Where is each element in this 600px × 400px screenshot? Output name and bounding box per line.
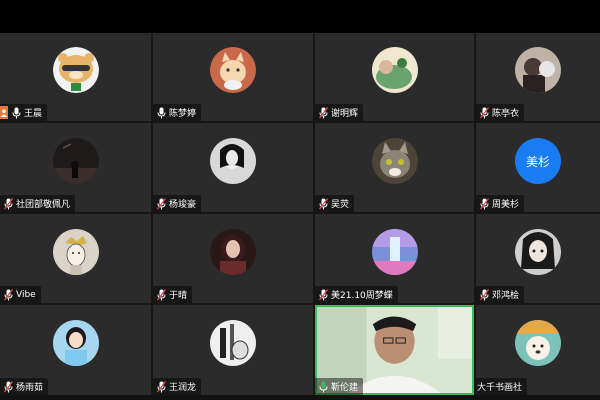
name-label: 陈亭衣: [476, 104, 525, 121]
participant-avatar: [53, 320, 99, 366]
participant-name: 陈亭衣: [492, 109, 520, 119]
participant-tile[interactable]: 陈梦婷: [153, 33, 313, 121]
participant-avatar: [53, 47, 99, 93]
mic-icon: [156, 106, 166, 119]
participant-avatar: [210, 320, 256, 366]
participant-name: 杨雨茹: [16, 383, 44, 393]
name-label: 吴荧: [315, 195, 355, 212]
participant-avatar: [515, 47, 561, 93]
participant-tile[interactable]: 邓鸿桧: [476, 214, 600, 303]
participant-avatar: [210, 229, 256, 275]
participant-avatar: [210, 47, 256, 93]
participant-name: 陈梦婷: [169, 109, 197, 119]
mic-muted-icon: [156, 380, 166, 393]
bottom-strip: [0, 395, 600, 400]
participant-name: 邓鸿桧: [492, 291, 520, 301]
name-label: 谢明辉: [315, 104, 364, 121]
name-label: 美21.10周梦蝶: [315, 286, 398, 303]
participant-avatar: [53, 138, 99, 184]
participant-avatar: [210, 138, 256, 184]
participant-name: 杨竣豪: [169, 200, 197, 210]
participant-name: 王润龙: [169, 383, 197, 393]
participant-avatar: [515, 320, 561, 366]
participant-name: 周美杉: [492, 200, 520, 210]
mic-muted-icon: [3, 197, 13, 210]
name-label: Vibe: [0, 286, 41, 303]
name-label: 大千书画社: [476, 378, 528, 395]
participant-tile[interactable]: 杨竣豪: [153, 123, 313, 212]
participant-tile[interactable]: 社团部敬佩凡: [0, 123, 151, 212]
participant-tile[interactable]: 王晨: [0, 33, 151, 121]
name-label: 王润龙: [153, 378, 202, 395]
participant-name: 王晨: [24, 109, 43, 119]
mic-muted-icon: [479, 288, 489, 301]
participant-name: 社团部敬佩凡: [16, 200, 71, 210]
participant-tile[interactable]: 靳伦建: [315, 305, 474, 395]
participant-tile[interactable]: 吴荧: [315, 123, 474, 212]
participant-tile[interactable]: 杨雨茹: [0, 305, 151, 395]
mic-icon: [318, 380, 328, 393]
mic-muted-icon: [156, 197, 166, 210]
name-label: 陈梦婷: [153, 104, 202, 121]
participant-avatar: 美杉: [515, 138, 561, 184]
host-badge-icon: [0, 106, 8, 119]
mic-muted-icon: [318, 288, 328, 301]
participant-grid: 王晨 陈梦婷 谢明辉 陈亭衣社团部敬佩凡 杨竣豪 吴荧 美杉周美杉 Vibe 于晴 美21.10周…: [0, 33, 600, 395]
participant-tile[interactable]: 王润龙: [153, 305, 313, 395]
mic-muted-icon: [318, 197, 328, 210]
participant-avatar: [53, 229, 99, 275]
name-label: 于晴: [153, 286, 193, 303]
participant-tile[interactable]: 美杉周美杉: [476, 123, 600, 212]
participant-avatar: [372, 47, 418, 93]
participant-tile[interactable]: 大千书画社: [476, 305, 600, 395]
name-label: 靳伦建: [315, 378, 364, 395]
participant-name: 于晴: [169, 291, 188, 301]
name-label: 王晨: [0, 104, 48, 121]
mic-muted-icon: [156, 288, 166, 301]
top-bar: [0, 0, 600, 33]
name-label: 杨竣豪: [153, 195, 202, 212]
participant-name: 大千书画社: [477, 383, 523, 393]
participant-tile[interactable]: 美21.10周梦蝶: [315, 214, 474, 303]
participant-tile[interactable]: 陈亭衣: [476, 33, 600, 121]
mic-icon: [11, 106, 21, 119]
participant-name: 靳伦建: [331, 383, 359, 393]
participant-avatar: [372, 229, 418, 275]
name-label: 周美杉: [476, 195, 525, 212]
participant-tile[interactable]: 谢明辉: [315, 33, 474, 121]
mic-muted-icon: [3, 288, 13, 301]
mic-muted-icon: [3, 380, 13, 393]
participant-avatar: [515, 229, 561, 275]
name-label: 杨雨茹: [0, 378, 49, 395]
participant-name: 吴荧: [331, 200, 350, 210]
participant-tile[interactable]: 于晴: [153, 214, 313, 303]
participant-tile[interactable]: Vibe: [0, 214, 151, 303]
name-label: 邓鸿桧: [476, 286, 525, 303]
participant-name: Vibe: [16, 289, 36, 300]
participant-avatar: [372, 138, 418, 184]
name-label: 社团部敬佩凡: [0, 195, 76, 212]
participant-name: 美21.10周梦蝶: [331, 291, 393, 301]
mic-muted-icon: [479, 106, 489, 119]
mic-muted-icon: [479, 197, 489, 210]
avatar-initials: 美杉: [525, 154, 550, 169]
mic-muted-icon: [318, 106, 328, 119]
participant-name: 谢明辉: [331, 109, 359, 119]
